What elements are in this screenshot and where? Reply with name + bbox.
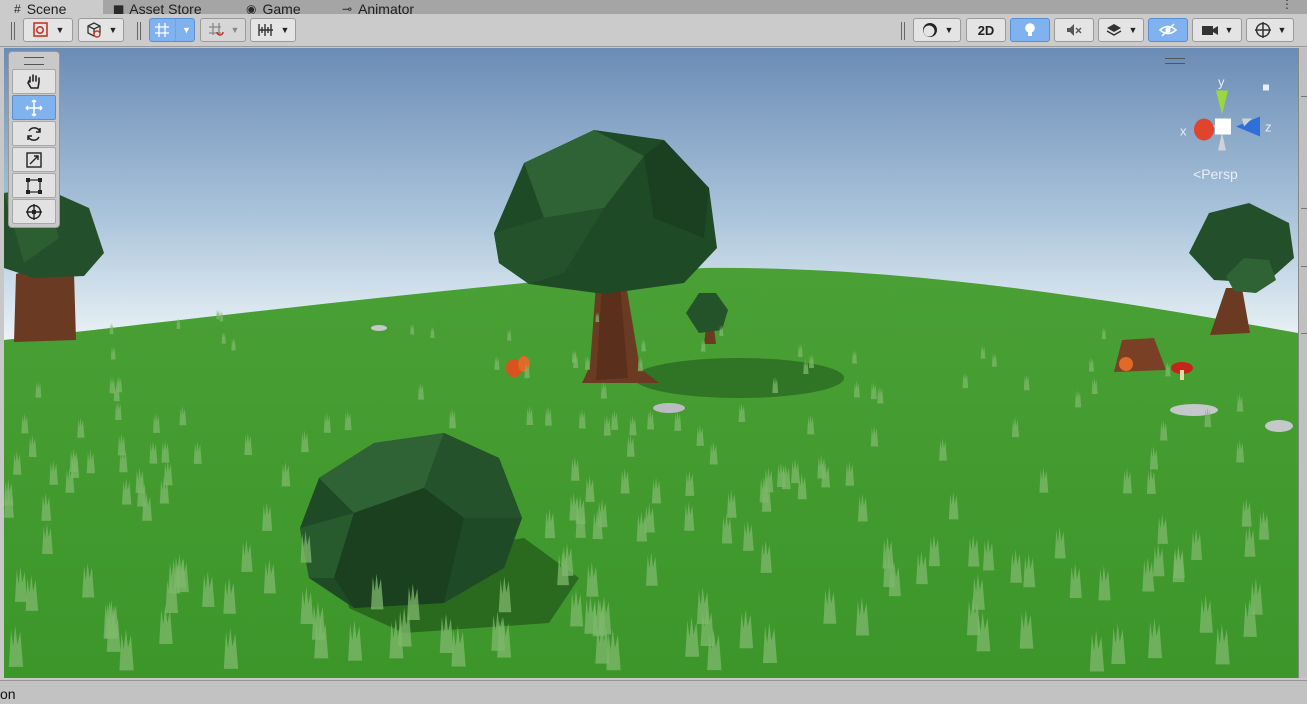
2d-label: 2D [977,22,995,38]
2d-toggle-button[interactable]: 2D [966,18,1006,42]
right-panel-edge[interactable] [1298,48,1307,678]
chevron-down-icon: ▼ [1277,25,1287,35]
rect-transform-icon [26,177,42,194]
grid-snap-icon [153,21,171,39]
rotate-tool-button[interactable] [12,121,56,146]
tab-animator[interactable]: ⊸ Animator [342,0,414,14]
y-axis-cone[interactable] [1216,90,1228,115]
draw-mode-icon [32,21,50,39]
scene-render [4,48,1298,678]
shading-sphere-dropdown[interactable]: ▼ [913,18,961,42]
align-tools-dropdown[interactable]: ▼ [250,18,296,42]
bag-icon: ▆ [114,2,124,14]
eye-slash-icon [1159,21,1177,39]
sphere-shading-icon [921,21,939,39]
chevron-down-icon: ▼ [280,25,290,35]
video-camera-icon [1201,21,1219,39]
speaker-muted-icon [1065,21,1083,39]
transform-tool-button[interactable] [12,199,56,224]
tab-asset-store-label: Asset Store [129,1,202,14]
tab-asset-store[interactable]: ▆ Asset Store [114,0,202,14]
tool-palette [8,51,60,228]
projection-label: Persp [1201,166,1238,182]
x-axis-cone[interactable] [1194,118,1214,141]
scene-visibility-dropdown[interactable]: ▼ [78,18,124,42]
increment-snap-icon [207,21,225,39]
scene-viewport[interactable] [4,48,1298,678]
toolbar-grip-2[interactable] [137,22,141,40]
tab-game-label: Game [262,1,301,14]
rect-tool-button[interactable] [12,173,56,198]
chevron-down-icon: ▼ [182,25,191,35]
chevron-down-icon: ▼ [944,25,954,35]
tab-animator-label: Animator [358,1,415,14]
rotate-icon [27,126,41,141]
layers-effects-icon [1105,21,1123,39]
projection-toggle[interactable]: <Persp [1193,166,1238,182]
audio-toggle[interactable] [1054,18,1094,42]
move-tool-button[interactable] [12,95,56,120]
lightbulb-icon [1021,21,1039,39]
tab-game[interactable]: ◉ Game [246,0,301,14]
hidden-objects-toggle[interactable] [1148,18,1188,42]
small-rock [1265,420,1293,432]
small-rock [653,403,685,413]
gizmo-center-cube[interactable] [1215,118,1231,135]
hand-tool-button[interactable] [12,69,56,94]
lock-icon[interactable] [1263,84,1269,91]
chevron-down-icon: ▼ [108,25,118,35]
scale-tool-button[interactable] [12,147,56,172]
cube-scene-icon [85,21,103,39]
scene-toolbar: ▼ ▼ ▼ ▼ ▼ ▼ 2D ▼ ▼ ▼ [0,14,1307,47]
tab-scene[interactable]: # Scene [0,0,103,14]
camera-settings-dropdown[interactable]: ▼ [1192,18,1242,42]
draw-mode-dropdown[interactable]: ▼ [23,18,73,42]
palette-drag-handle[interactable] [24,57,44,65]
grid-hash-icon: # [14,2,21,14]
gizmo-globe-icon [1254,21,1272,39]
small-rock [371,325,387,331]
chevron-down-icon: ▼ [1128,25,1138,35]
grid-snap-toggle[interactable]: ▼ [149,18,195,42]
hand-icon [27,73,40,89]
align-ruler-icon [257,21,275,39]
neg-y-axis-cone [1218,132,1226,151]
chevron-down-icon: ▼ [55,25,65,35]
projection-arrow-icon: < [1193,166,1202,182]
small-rock [1170,404,1218,416]
chevron-down-icon: ▼ [1224,25,1234,35]
gizmo-y-label: y [1218,75,1225,90]
chevron-down-icon: ▼ [230,25,240,35]
gizmos-dropdown[interactable]: ▼ [1246,18,1294,42]
gizmo-z-label: z [1265,120,1272,135]
window-tab-bar: # Scene ▆ Asset Store ◉ Game ⊸ Animator … [0,0,1307,14]
mushroom-orange [1119,357,1133,371]
more-options-icon[interactable]: ⋮ [1281,0,1293,10]
toolbar-grip-right[interactable] [901,22,905,40]
gizmo-x-label: x [1180,124,1187,139]
tab-scene-label: Scene [26,1,67,14]
status-bar: on [0,680,1307,704]
transform-icon [26,203,42,220]
unity-scene-window: # Scene ▆ Asset Store ◉ Game ⊸ Animator … [0,0,1307,704]
toolbar-grip-left[interactable] [11,22,15,40]
effects-dropdown[interactable]: ▼ [1098,18,1144,42]
gamepad-icon: ◉ [246,2,257,14]
lighting-toggle[interactable] [1010,18,1050,42]
scale-icon [26,151,42,168]
move-arrows-icon [25,98,43,117]
status-text: on [0,686,16,702]
increment-snap-dropdown[interactable]: ▼ [200,18,246,42]
animator-icon: ⊸ [342,2,353,14]
